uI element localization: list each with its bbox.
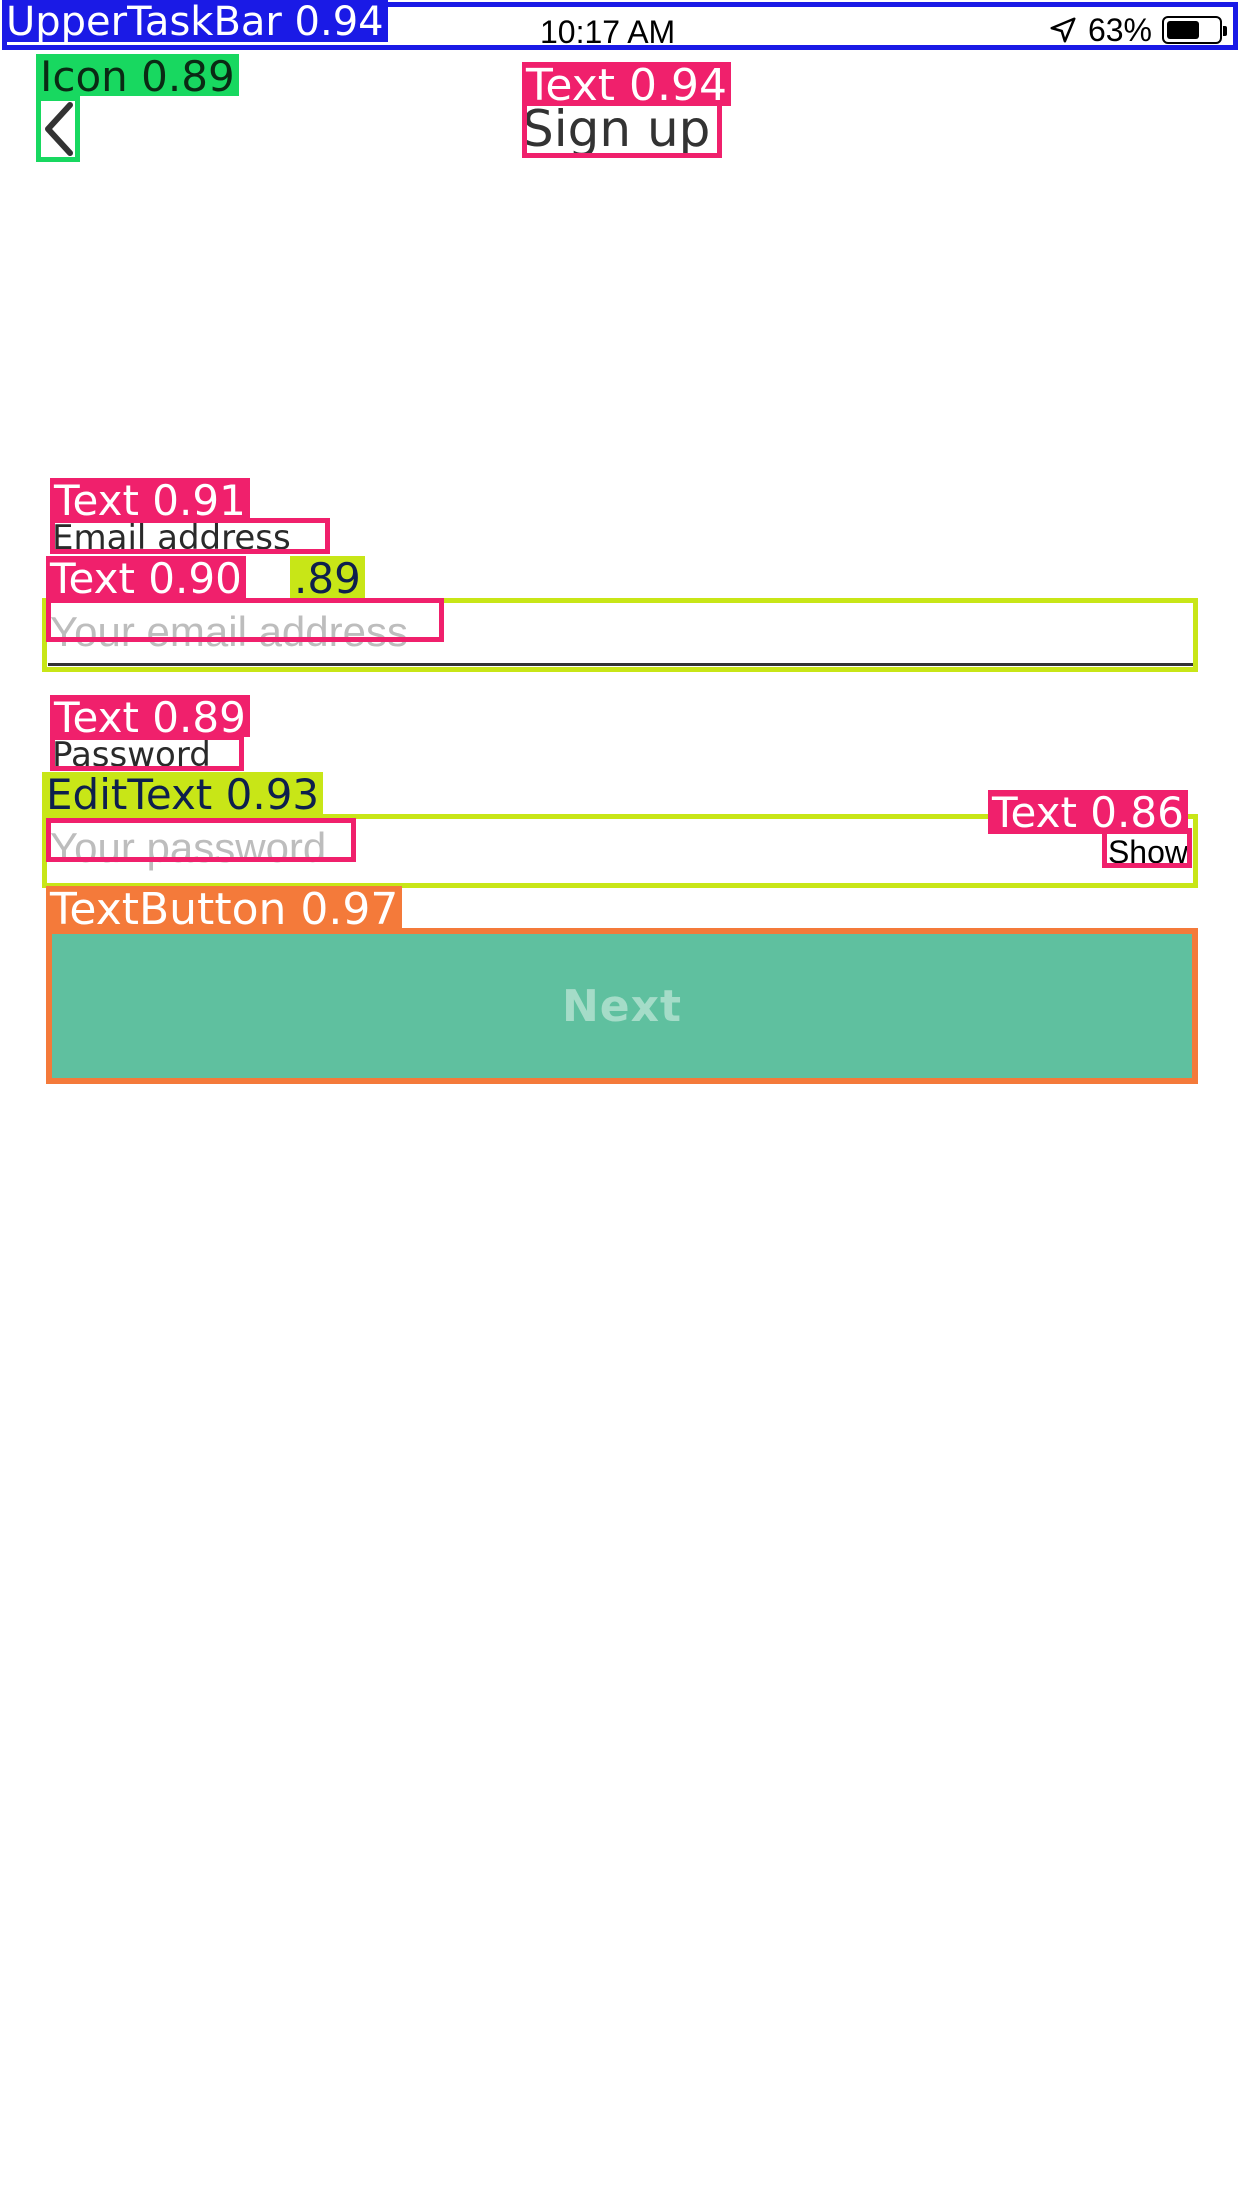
annotation-label-title: Text 0.94: [522, 62, 731, 108]
annotation-label-email-placeholder: Text 0.90: [46, 556, 246, 600]
annotation-box-email-placeholder: [46, 598, 444, 642]
annotation-box-next-button: [46, 928, 1198, 1084]
annotation-box-password-placeholder: [46, 818, 356, 862]
annotation-label-back-icon: Icon 0.89: [36, 54, 239, 98]
annotation-label-email-label: Text 0.91: [50, 478, 250, 522]
annotation-label-email-field: .89: [290, 556, 365, 600]
annotation-label-next-button: TextButton 0.97: [46, 886, 403, 932]
annotation-label-password-label: Text 0.89: [50, 695, 250, 739]
annotation-label-password-field: EditText 0.93: [42, 772, 324, 816]
annotation-label-upper-task-bar: UpperTaskBar 0.94: [2, 0, 388, 42]
annotation-box-back-icon: [36, 96, 80, 162]
annotation-label-show-button: Text 0.86: [988, 790, 1188, 834]
